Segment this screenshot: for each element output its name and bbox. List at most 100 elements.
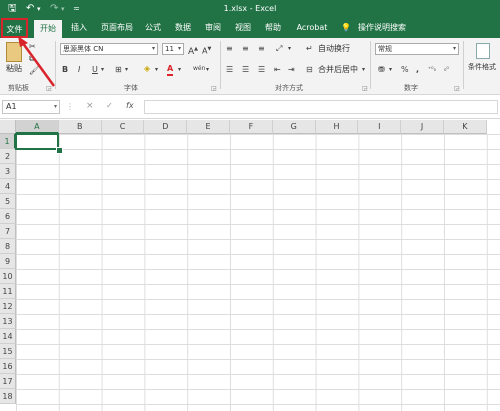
tab-insert[interactable]: 插入 <box>68 18 90 38</box>
tab-help[interactable]: 帮助 <box>262 18 284 38</box>
column-header[interactable]: E <box>187 120 230 134</box>
select-all-corner[interactable] <box>0 120 16 134</box>
row-header[interactable]: 9 <box>0 254 16 269</box>
align-left-icon[interactable]: ☰ <box>226 65 233 75</box>
active-cell[interactable] <box>15 133 59 150</box>
increase-indent-icon[interactable]: ⇥ <box>288 65 295 75</box>
italic-button[interactable]: I <box>78 65 80 75</box>
row-header[interactable]: 12 <box>0 299 16 314</box>
currency-icon[interactable]: ⛃ <box>378 65 385 75</box>
tab-formulas[interactable]: 公式 <box>142 18 164 38</box>
decrease-decimal-icon[interactable]: ₀⁰ <box>444 65 449 75</box>
column-header[interactable]: C <box>101 120 145 134</box>
increase-decimal-icon[interactable]: ⁺⁰₀ <box>428 65 436 75</box>
bold-button[interactable]: B <box>62 65 68 75</box>
decrease-indent-icon[interactable]: ⇤ <box>274 65 281 75</box>
row-header[interactable]: 11 <box>0 284 16 299</box>
comma-style-icon[interactable]: , <box>416 65 419 75</box>
font-color-icon[interactable]: A <box>167 64 174 76</box>
worksheet-grid[interactable]: ABCDEFGHIJK 1 2 3 4 5 6 7 8 9 10 11 12 13 14 15 16 17 18 <box>0 120 500 411</box>
chevron-down-icon[interactable]: ▾ <box>206 65 209 75</box>
wrap-text-button[interactable]: 自动换行 <box>318 44 350 54</box>
borders-icon[interactable]: ⊞ <box>115 65 122 75</box>
row-header[interactable]: 4 <box>0 179 16 194</box>
chevron-down-icon[interactable]: ▾ <box>389 65 392 75</box>
tab-file[interactable]: 文件 <box>1 18 28 38</box>
tab-acrobat[interactable]: Acrobat <box>292 18 332 38</box>
orientation-icon[interactable]: ⤢ <box>276 44 282 54</box>
phonetic-icon[interactable]: wén <box>193 64 205 74</box>
conditional-format-button[interactable]: 条件格式 <box>468 62 496 72</box>
row-header[interactable]: 17 <box>0 374 16 389</box>
row-header[interactable]: 14 <box>0 329 16 344</box>
chevron-down-icon[interactable]: ▾ <box>125 65 128 75</box>
column-header[interactable]: J <box>401 120 444 134</box>
align-middle-icon[interactable]: ≡ <box>242 44 249 54</box>
merge-icon[interactable]: ⊟ <box>306 65 313 75</box>
row-header[interactable]: 6 <box>0 209 16 224</box>
alignment-launcher-icon[interactable]: ◲ <box>362 85 368 92</box>
align-top-icon[interactable]: ≡ <box>226 44 233 54</box>
row-header[interactable]: 15 <box>0 344 16 359</box>
fill-color-icon[interactable]: ◈ <box>144 64 150 74</box>
wrap-text-icon[interactable]: ↵ <box>306 44 313 54</box>
chevron-down-icon[interactable]: ▾ <box>288 44 291 54</box>
conditional-format-icon[interactable] <box>476 43 490 59</box>
number-launcher-icon[interactable]: ◲ <box>454 85 460 92</box>
name-box[interactable]: A1 ▾ <box>2 100 60 114</box>
format-painter-icon[interactable]: 🖌 <box>29 66 39 76</box>
column-header[interactable]: K <box>444 120 487 134</box>
column-header[interactable]: D <box>144 120 188 134</box>
tell-me-search[interactable]: 操作说明搜索 <box>354 18 410 38</box>
font-name-select[interactable]: 思源黑体 CN ▾ <box>60 43 158 55</box>
cut-icon[interactable]: ✂ <box>29 42 36 52</box>
row-header[interactable]: 16 <box>0 359 16 374</box>
percent-icon[interactable]: % <box>401 65 409 75</box>
chevron-down-icon[interactable]: ▾ <box>155 65 158 75</box>
number-format-select[interactable]: 常规 ▾ <box>375 43 459 55</box>
column-header[interactable]: A <box>16 120 59 134</box>
tab-review[interactable]: 审阅 <box>202 18 224 38</box>
clipboard-launcher-icon[interactable]: ◲ <box>46 85 52 92</box>
increase-font-icon[interactable]: A▲ <box>188 44 198 57</box>
font-size-select[interactable]: 11 ▾ <box>162 43 184 55</box>
column-header[interactable]: G <box>272 120 316 134</box>
tab-data[interactable]: 数据 <box>172 18 194 38</box>
enter-icon[interactable]: ✓ <box>106 101 113 110</box>
cell-gridlines[interactable] <box>16 134 500 411</box>
paste-button[interactable]: 粘贴 <box>6 64 22 74</box>
align-bottom-icon[interactable]: ≡ <box>258 44 265 54</box>
column-header[interactable]: I <box>358 120 402 134</box>
copy-icon[interactable]: ⧉ <box>29 54 35 64</box>
chevron-down-icon[interactable]: ▾ <box>362 65 365 75</box>
row-header[interactable]: 1 <box>0 134 16 149</box>
decrease-font-icon[interactable]: A▼ <box>202 44 211 57</box>
align-center-icon[interactable]: ☰ <box>242 65 249 75</box>
row-header[interactable]: 5 <box>0 194 16 209</box>
column-header[interactable]: H <box>315 120 359 134</box>
cancel-icon[interactable]: × <box>86 101 94 111</box>
column-header[interactable]: B <box>58 120 102 134</box>
row-header[interactable]: 3 <box>0 164 16 179</box>
tab-home[interactable]: 开始 <box>34 20 62 38</box>
tab-view[interactable]: 视图 <box>232 18 254 38</box>
insert-function-icon[interactable]: fx <box>126 101 134 110</box>
row-header[interactable]: 2 <box>0 149 16 164</box>
fill-handle[interactable] <box>56 147 63 154</box>
row-header[interactable]: 13 <box>0 314 16 329</box>
row-header[interactable]: 7 <box>0 224 16 239</box>
column-header[interactable]: F <box>230 120 273 134</box>
row-header[interactable]: 8 <box>0 239 16 254</box>
row-header[interactable]: 10 <box>0 269 16 284</box>
row-header[interactable]: 18 <box>0 389 16 404</box>
underline-button[interactable]: U <box>92 65 98 75</box>
font-launcher-icon[interactable]: ◲ <box>211 85 217 92</box>
align-right-icon[interactable]: ☰ <box>258 65 265 75</box>
chevron-down-icon[interactable]: ▾ <box>54 101 57 113</box>
chevron-down-icon[interactable]: ▾ <box>178 65 181 75</box>
tab-page-layout[interactable]: 页面布局 <box>98 18 136 38</box>
formula-input[interactable] <box>144 100 498 114</box>
merge-center-button[interactable]: 合并后居中 <box>318 65 358 75</box>
paste-icon[interactable] <box>6 42 22 62</box>
chevron-down-icon[interactable]: ▾ <box>101 65 104 75</box>
